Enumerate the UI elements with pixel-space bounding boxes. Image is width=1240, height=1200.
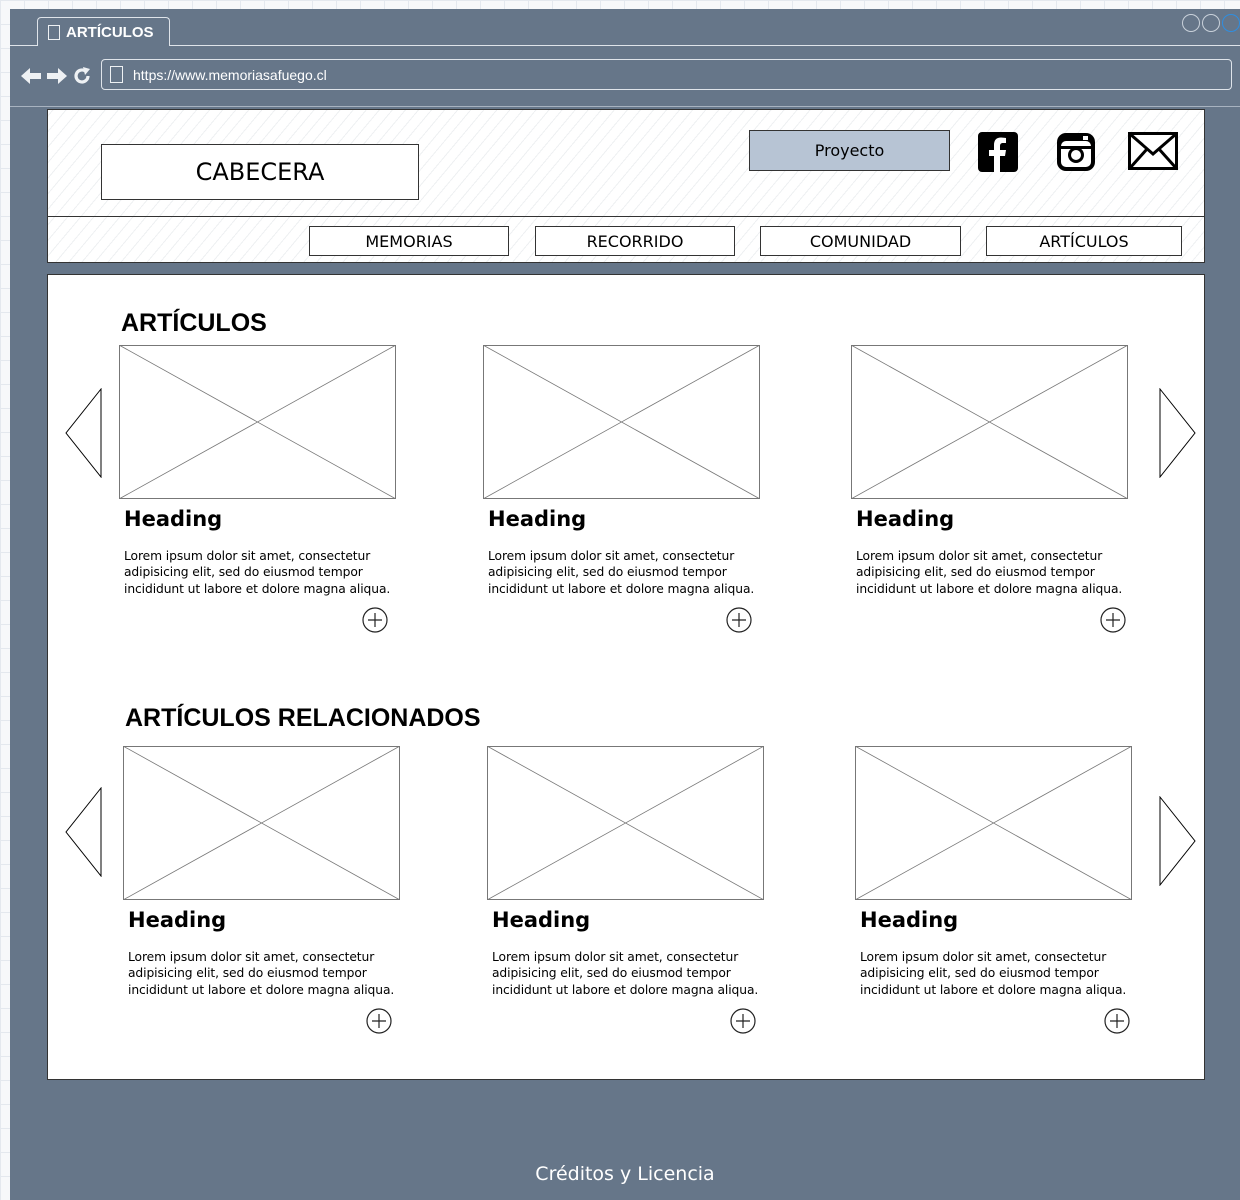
- card-body: Lorem ipsum dolor sit amet, consectetur …: [128, 950, 395, 997]
- card-heading: Heading: [128, 908, 227, 932]
- carousel-prev-icon[interactable]: [65, 787, 103, 877]
- article-card[interactable]: Heading Lorem ipsum dolor sit amet, cons…: [487, 746, 764, 1034]
- page-icon: [110, 66, 123, 83]
- article-card[interactable]: Heading Lorem ipsum dolor sit amet, cons…: [119, 345, 396, 633]
- card-heading: Heading: [860, 908, 959, 932]
- plus-circle-icon[interactable]: [726, 607, 752, 633]
- carousel-prev-icon[interactable]: [65, 388, 103, 478]
- carousel-next-icon[interactable]: [1159, 388, 1197, 478]
- plus-circle-icon[interactable]: [366, 1008, 392, 1034]
- window-control-icon[interactable]: [1222, 14, 1240, 32]
- header-divider: [48, 216, 1204, 217]
- nav-recorrido[interactable]: RECORRIDO: [535, 226, 735, 256]
- card-body: Lorem ipsum dolor sit amet, consectetur …: [124, 549, 391, 596]
- window-controls: [1182, 14, 1240, 32]
- footer-credits[interactable]: Créditos y Licencia: [10, 1163, 1240, 1185]
- nav-memorias[interactable]: MEMORIAS: [309, 226, 509, 256]
- card-heading: Heading: [488, 507, 587, 531]
- tab-strip-line: [10, 45, 1240, 46]
- card-body: Lorem ipsum dolor sit amet, consectetur …: [492, 950, 759, 997]
- facebook-icon[interactable]: [978, 132, 1018, 172]
- image-placeholder: [487, 746, 764, 900]
- back-arrow-icon[interactable]: [21, 68, 41, 84]
- card-body: Lorem ipsum dolor sit amet, consectetur …: [856, 549, 1123, 596]
- section-title-articulos-relacionados: ARTÍCULOS RELACIONADOS: [125, 704, 481, 732]
- carousel-next-icon[interactable]: [1159, 796, 1197, 886]
- article-card[interactable]: Heading Lorem ipsum dolor sit amet, cons…: [851, 345, 1128, 633]
- article-card[interactable]: Heading Lorem ipsum dolor sit amet, cons…: [123, 746, 400, 1034]
- card-heading: Heading: [856, 507, 955, 531]
- plus-circle-icon[interactable]: [362, 607, 388, 633]
- site-header: CABECERA Proyecto MEMORIAS RECORRIDO COM…: [47, 109, 1205, 263]
- tab-title: ARTÍCULOS: [66, 23, 154, 41]
- plus-circle-icon[interactable]: [1104, 1008, 1130, 1034]
- article-card[interactable]: Heading Lorem ipsum dolor sit amet, cons…: [483, 345, 760, 633]
- image-placeholder: [851, 345, 1128, 499]
- nav-articulos[interactable]: ARTÍCULOS: [986, 226, 1182, 256]
- article-card[interactable]: Heading Lorem ipsum dolor sit amet, cons…: [855, 746, 1132, 1034]
- card-body: Lorem ipsum dolor sit amet, consectetur …: [860, 950, 1127, 997]
- plus-circle-icon[interactable]: [730, 1008, 756, 1034]
- image-placeholder: [855, 746, 1132, 900]
- card-heading: Heading: [124, 507, 223, 531]
- section-title-articulos: ARTÍCULOS: [121, 309, 267, 337]
- main-content: ARTÍCULOS Heading Lorem ipsum dolor sit …: [47, 274, 1205, 1080]
- header-placeholder: CABECERA: [101, 144, 419, 200]
- card-body: Lorem ipsum dolor sit amet, consectetur …: [488, 549, 755, 596]
- plus-circle-icon[interactable]: [1100, 607, 1126, 633]
- nav-comunidad[interactable]: COMUNIDAD: [760, 226, 961, 256]
- mail-icon[interactable]: [1128, 132, 1178, 170]
- card-heading: Heading: [492, 908, 591, 932]
- reload-icon[interactable]: [73, 67, 91, 85]
- project-button[interactable]: Proyecto: [749, 130, 950, 171]
- browser-tab[interactable]: ARTÍCULOS: [37, 17, 170, 46]
- page-icon: [48, 24, 60, 40]
- forward-arrow-icon[interactable]: [47, 68, 67, 84]
- instagram-icon[interactable]: [1056, 132, 1096, 172]
- image-placeholder: [123, 746, 400, 900]
- url-text: https://www.memoriasafuego.cl: [133, 66, 327, 83]
- toolbar-divider: [10, 106, 1240, 107]
- address-bar[interactable]: https://www.memoriasafuego.cl: [101, 59, 1232, 90]
- browser-nav: [21, 67, 91, 85]
- image-placeholder: [483, 345, 760, 499]
- image-placeholder: [119, 345, 396, 499]
- window-control-icon[interactable]: [1182, 14, 1200, 32]
- window-control-icon[interactable]: [1202, 14, 1220, 32]
